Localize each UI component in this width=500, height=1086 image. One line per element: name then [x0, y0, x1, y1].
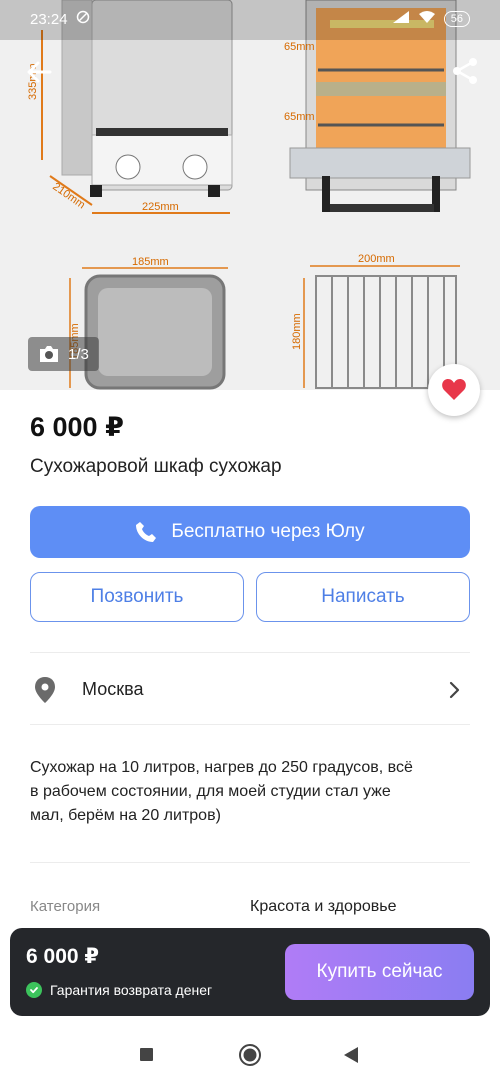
buy-now-button[interactable]: Купить сейчас — [285, 944, 474, 1000]
write-label: Написать — [321, 586, 405, 607]
category-label: Категория — [30, 898, 101, 915]
location-row[interactable]: Москва — [0, 662, 500, 718]
phone-icon — [136, 522, 157, 542]
divider — [30, 652, 470, 653]
free-call-button[interactable]: Бесплатно через Юлу — [30, 506, 470, 558]
status-time: 23:24 — [30, 10, 68, 28]
camera-icon — [40, 346, 58, 362]
free-call-label: Бесплатно через Юлу — [171, 521, 365, 542]
wifi-icon — [418, 10, 436, 28]
chevron-right-icon — [449, 681, 460, 699]
arrow-left-icon — [27, 61, 52, 83]
dim-rack-width-label: 200mm — [358, 253, 395, 265]
listing-description: Сухожар на 10 литров, нагрев до 250 град… — [30, 759, 413, 824]
write-button[interactable]: Написать — [256, 572, 470, 622]
favorite-button[interactable] — [428, 364, 480, 416]
category-value: Красота и здоровье — [250, 898, 397, 915]
dim-rack-height-label: 180mm — [291, 313, 303, 350]
share-button[interactable] — [448, 54, 482, 88]
share-icon — [453, 58, 477, 84]
dim-tray-width-label: 185mm — [132, 256, 169, 268]
buy-now-label: Купить сейчас — [316, 961, 443, 982]
money-back-guarantee: Гарантия возврата денег — [26, 982, 212, 998]
back-button[interactable] — [22, 54, 58, 90]
recent-apps-icon[interactable] — [140, 1048, 153, 1061]
photo-counter-text: 1/3 — [68, 345, 89, 363]
signal-icon — [392, 10, 410, 28]
map-pin-icon — [35, 677, 55, 703]
system-back-icon[interactable] — [343, 1046, 359, 1064]
check-icon — [26, 982, 42, 998]
home-icon[interactable] — [238, 1043, 262, 1067]
buy-bar: 6 000 ₽ Гарантия возврата денег Купить с… — [10, 928, 490, 1016]
listing-title: Сухожаровой шкаф сухожар — [30, 456, 282, 477]
notification-icon — [76, 10, 90, 28]
battery-indicator: 56 — [443, 11, 470, 27]
status-bar: 23:24 56 — [0, 0, 500, 38]
heart-icon — [442, 379, 466, 400]
photo-counter: 1/3 — [28, 337, 99, 371]
divider — [30, 724, 470, 725]
product-photo: 335mm 210mm 225mm 65mm 65mm 185mm 185mm … — [0, 0, 500, 390]
dim-width-label: 225mm — [142, 201, 179, 213]
system-navigation-bar — [0, 1022, 500, 1086]
dim-gap-bottom-label: 65mm — [284, 111, 315, 123]
call-button[interactable]: Позвонить — [30, 572, 244, 622]
dim-gap-top-label: 65mm — [284, 41, 315, 53]
divider — [30, 862, 470, 863]
listing-price: 6 000 ₽ — [30, 412, 124, 442]
guarantee-text: Гарантия возврата денег — [50, 982, 213, 998]
buy-bar-price: 6 000 ₽ — [26, 945, 99, 968]
location-city: Москва — [82, 679, 144, 699]
photo-gallery[interactable]: 335mm 210mm 225mm 65mm 65mm 185mm 185mm … — [0, 0, 500, 390]
call-label: Позвонить — [90, 586, 184, 607]
